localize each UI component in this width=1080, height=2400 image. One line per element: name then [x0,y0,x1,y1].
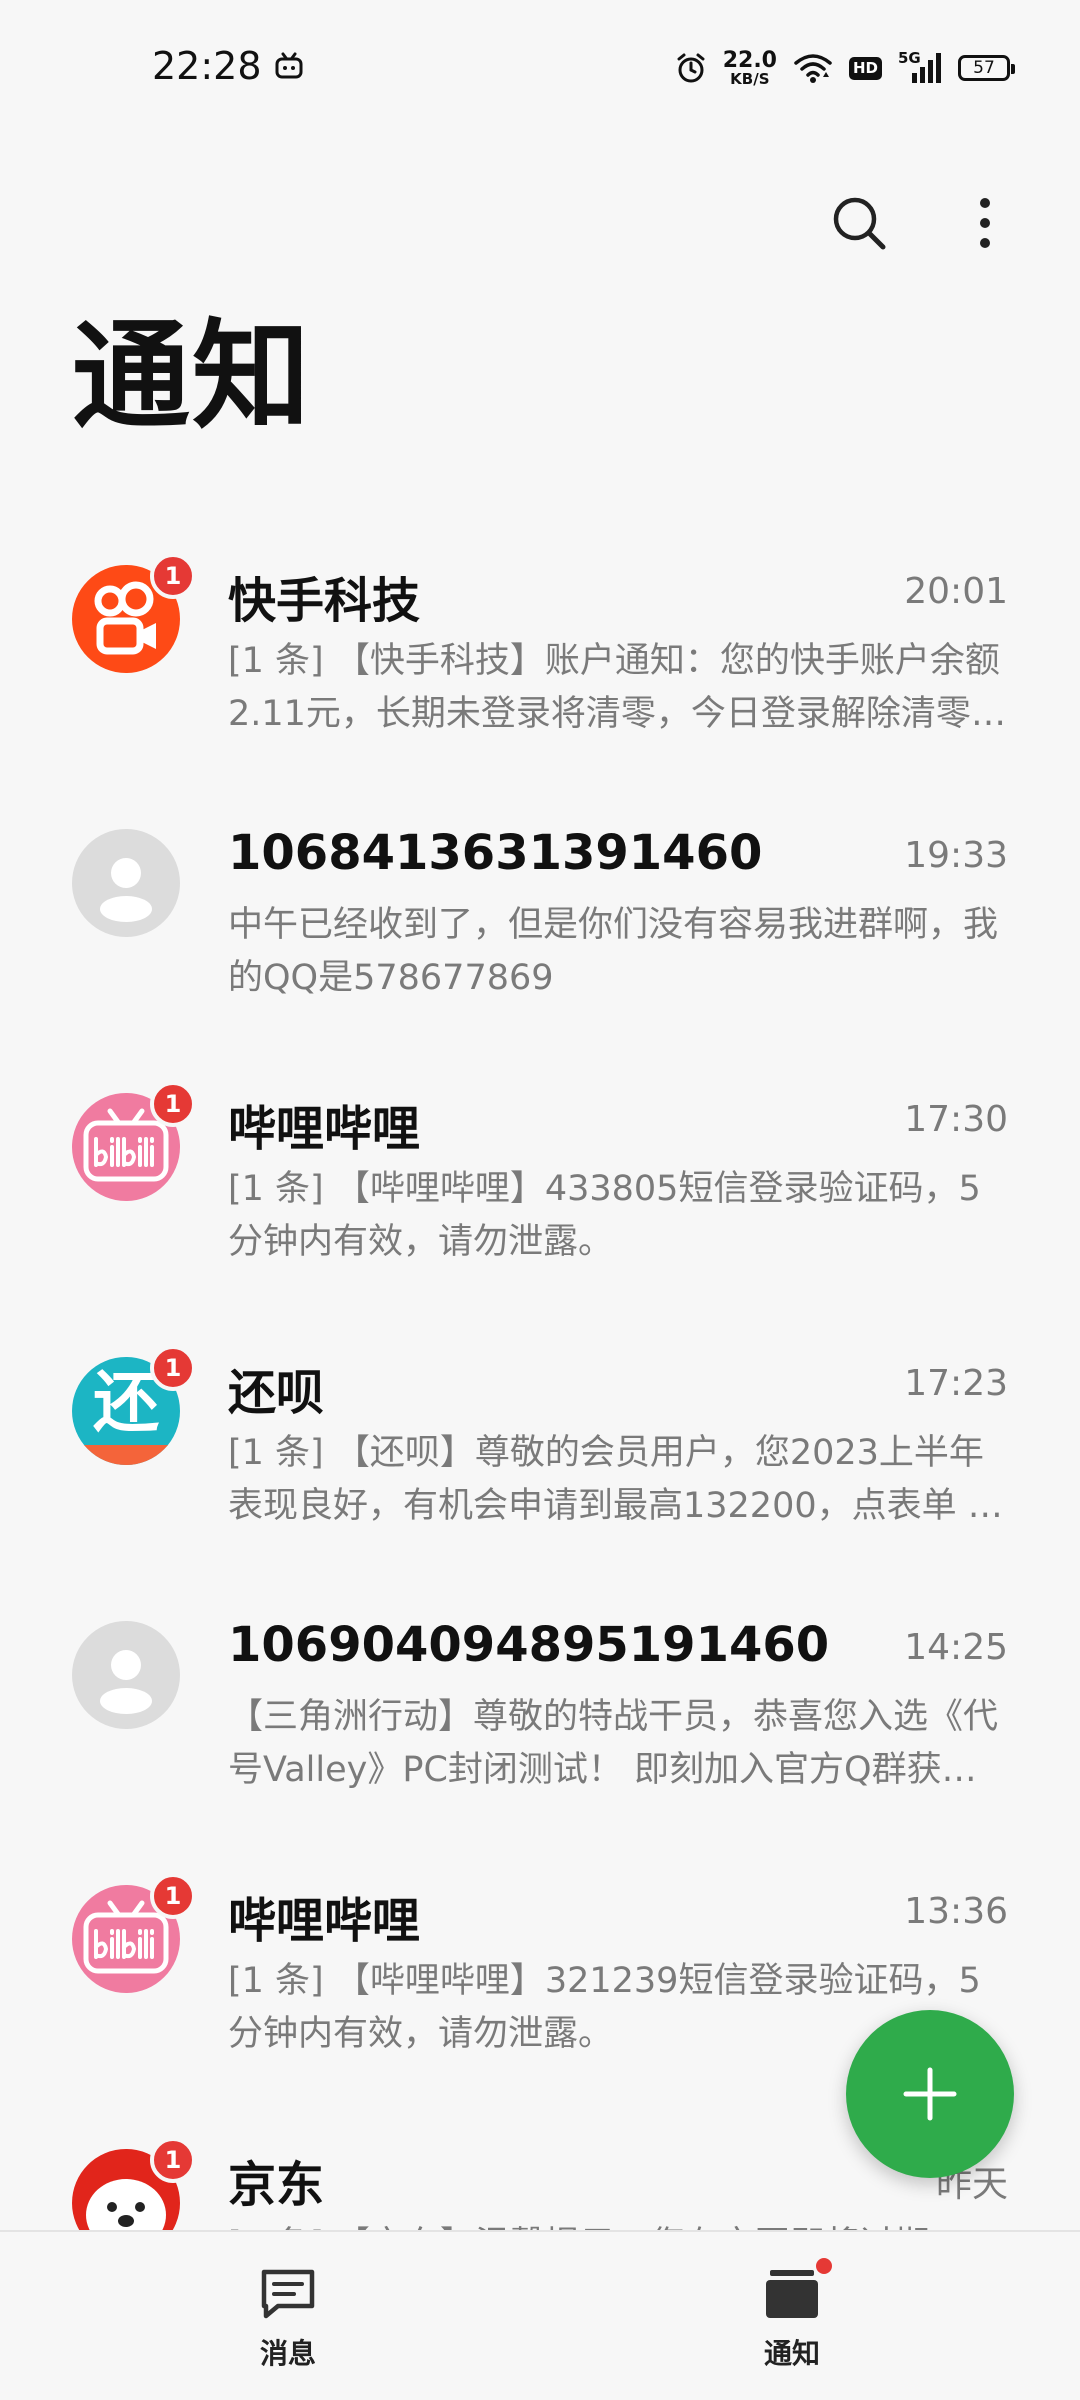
plus-icon [903,2067,957,2121]
bilibili-tv-icon [275,52,303,79]
conversation-sender: 106904094895191460 [228,1617,830,1673]
conversation-item[interactable]: 1068413631391460 19:33 中午已经收到了，但是你们没有容易我… [0,799,1080,1063]
more-options-button[interactable] [952,190,1018,256]
conversation-time: 17:23 [904,1363,1008,1404]
unread-badge: 1 [150,1081,196,1127]
tab-messages[interactable]: 消息 [138,2232,438,2400]
signal-bars-icon [912,53,941,83]
alarm-icon [677,53,705,83]
battery-indicator: 57 [958,55,1015,81]
search-button[interactable] [826,190,892,256]
conversation-preview: [1 条] 【哔哩哔哩】433805短信登录验证码，5分钟内有效，请勿泄露。 [228,1169,981,1262]
status-indicators: 22.0 KB/S HD 5G 57 [675,44,1015,92]
tab-messages-label: 消息 [259,2337,316,2370]
search-icon [833,197,886,250]
person-icon [72,829,180,937]
unread-badge: 1 [150,1873,196,1919]
conversation-time: 19:33 [904,835,1008,876]
conversation-sender: 哔哩哔哩 [228,1893,421,1949]
conversation-time: 17:30 [904,1099,1008,1140]
unread-badge: 1 [150,2137,196,2183]
conversation-time: 13:36 [904,1891,1008,1932]
conversation-item[interactable]: 还 1 还呗 17:23 [1 条] 【还呗】尊敬的会员用户，您2023上半年表… [0,1327,1080,1591]
conversation-sender: 快手科技 [228,573,421,629]
unread-badge: 1 [150,553,196,599]
conversation-sender: 京东 [228,2157,325,2213]
conversation-sender: 1068413631391460 [228,825,763,881]
more-vertical-icon [980,198,990,248]
conversation-preview: [1 条] 【快手科技】账户通知：您的快手账户余额2.11元，长期未登录将清零，… [228,641,1006,734]
person-icon [72,1621,180,1729]
unread-badge: 1 [150,1345,196,1391]
wifi-icon [794,54,832,83]
conversation-preview: 中午已经收到了，但是你们没有容易我进群啊，我的QQ是578677869 [228,905,999,998]
conversation-time: 14:25 [904,1627,1008,1668]
conversation-preview: [1 条] 【还呗】尊敬的会员用户，您2023上半年表现良好，有机会申请到最高1… [228,1433,1003,1526]
conversation-item[interactable]: 1 哔哩哔哩 17:30 [1 条] 【哔哩哔哩】433805短信登录验证码，5… [0,1063,1080,1327]
notifications-screen: 22:28 22.0 KB/S HD 5G 57 通知 1 快手科技 20:01… [0,0,1080,2400]
status-time: 22:28 [152,44,262,88]
conversation-item[interactable]: 106904094895191460 14:25 【三角洲行动】尊敬的特战干员，… [0,1591,1080,1855]
status-bar: 22:28 22.0 KB/S HD 5G 57 [0,0,1080,140]
battery-level: 57 [973,58,995,78]
conversation-sender: 哔哩哔哩 [228,1101,421,1157]
huanbei-logo-strip [72,1445,180,1465]
message-bubble-icon [258,2266,318,2322]
conversation-item[interactable]: 1 快手科技 20:01 [1 条] 【快手科技】账户通知：您的快手账户余额2.… [0,535,1080,799]
notification-dot [816,2258,832,2274]
network-speed: 22.0 KB/S [722,47,777,88]
conversation-sender: 还呗 [228,1365,325,1421]
default-contact-avatar [72,1621,180,1729]
tab-notifications[interactable]: 通知 [642,2232,942,2400]
conversation-preview: [1 条] 【京东】温馨提示，您有京豆即将过期 [228,2219,1008,2230]
bottom-navigation: 消息 通知 [0,2230,1080,2400]
hd-voice-badge: HD [848,56,882,80]
network-speed-unit: KB/S [730,69,770,88]
page-title: 通知 [72,307,313,445]
new-message-button[interactable] [846,2010,1014,2178]
cellular-signal: 5G [898,49,942,85]
tab-notifications-label: 通知 [763,2337,820,2370]
conversation-preview: 【三角洲行动】尊敬的特战干员，恭喜您入选《代号Valley》PC封闭测试！ 即刻… [228,1697,999,1790]
conversation-time: 20:01 [904,571,1008,612]
conversation-list[interactable]: 1 快手科技 20:01 [1 条] 【快手科技】账户通知：您的快手账户余额2.… [0,535,1080,2230]
network-speed-value: 22.0 [722,47,777,73]
notification-inbox-icon [762,2258,832,2322]
default-contact-avatar [72,829,180,937]
